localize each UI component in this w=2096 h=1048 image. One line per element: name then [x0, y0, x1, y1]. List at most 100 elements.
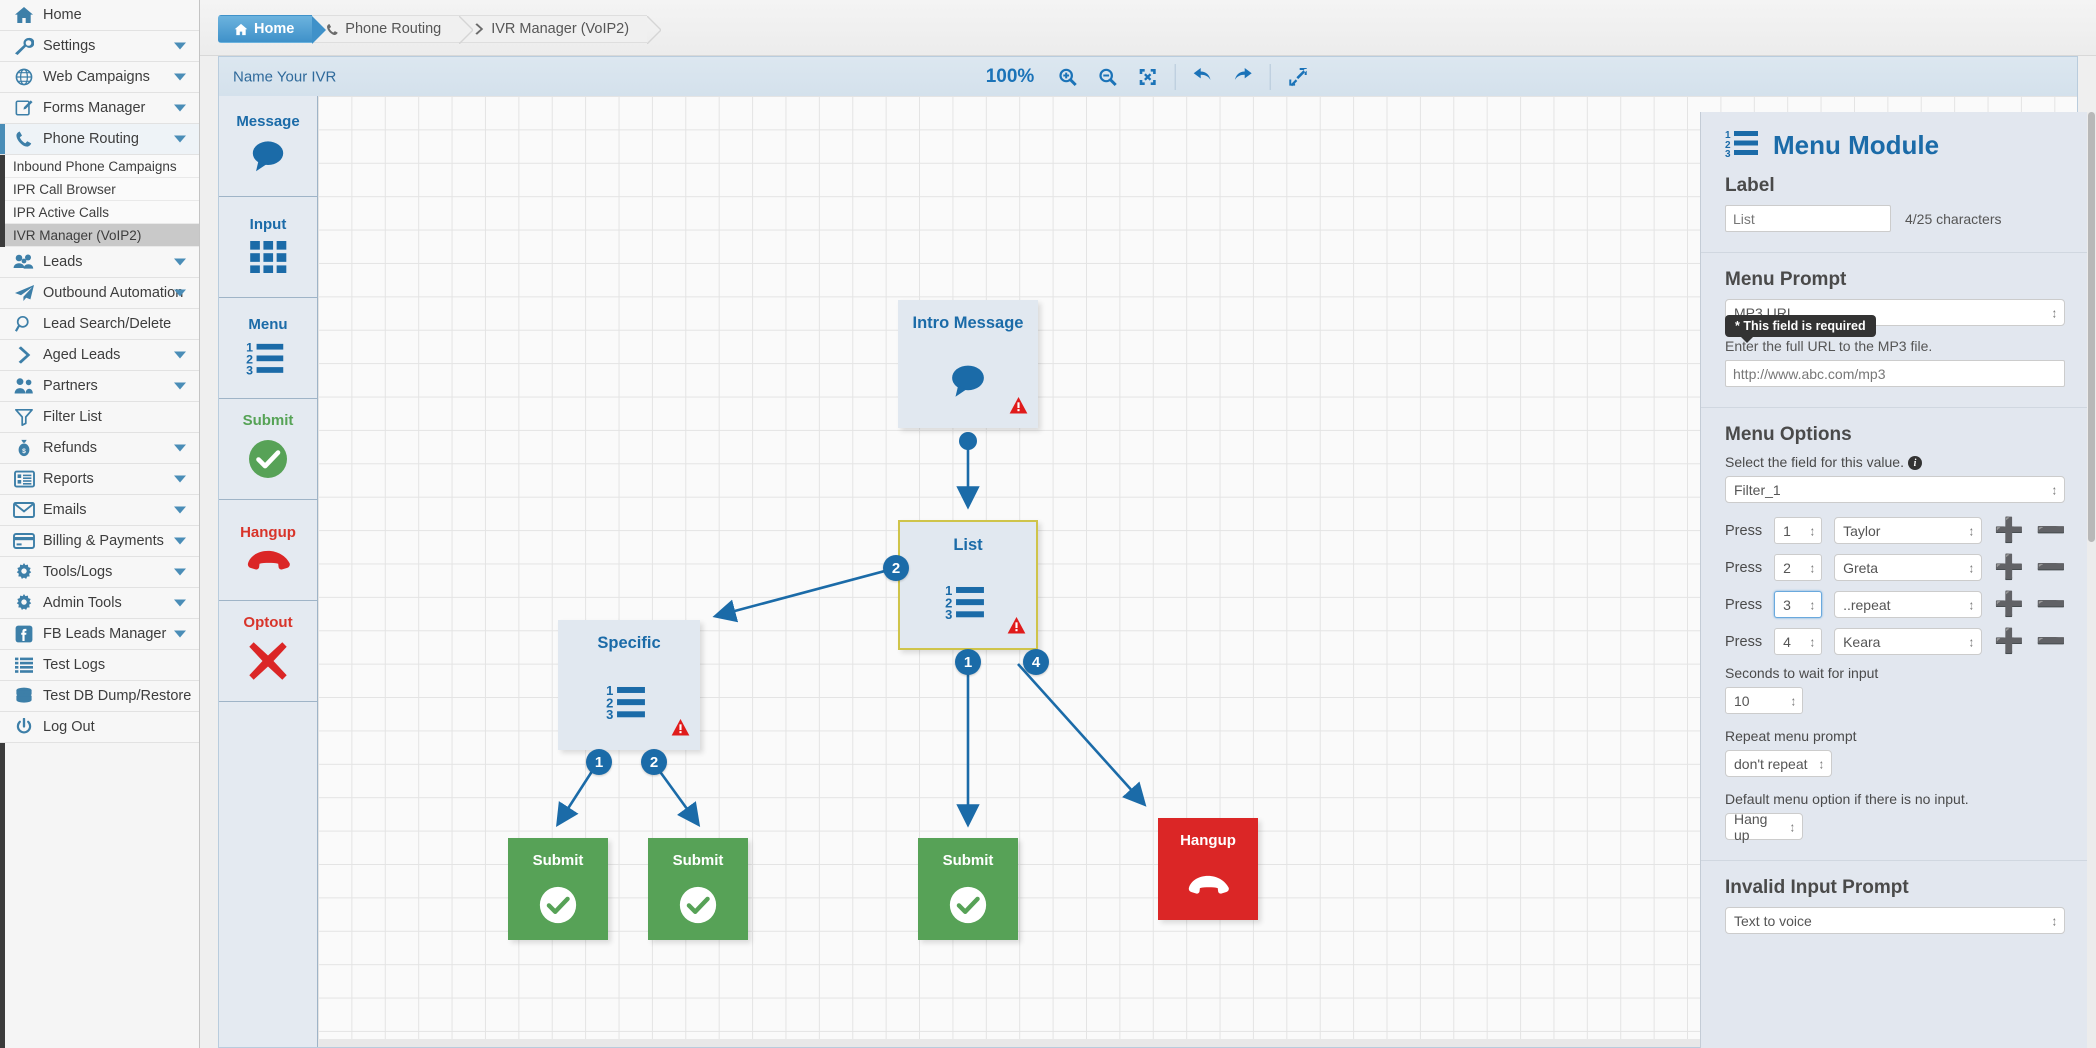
expand-icon[interactable]: [1284, 64, 1310, 90]
chevron-down-icon[interactable]: [174, 506, 186, 514]
flow-node-hang[interactable]: Hangup: [1158, 818, 1258, 920]
chevron-down-icon[interactable]: [174, 444, 186, 452]
breadcrumb-item-0[interactable]: Home: [218, 15, 327, 44]
info-icon[interactable]: i: [1908, 456, 1922, 471]
panel-scrollbar[interactable]: [2087, 112, 2096, 1048]
press-row: Press 1 Taylor ➕ ➖: [1725, 517, 2072, 545]
plus-icon[interactable]: ➕: [1994, 592, 2024, 617]
flow-node-spec[interactable]: Specific 1 2 3: [558, 620, 700, 750]
press-action-select[interactable]: Keara: [1834, 628, 1983, 656]
sidebar-item-log-out[interactable]: Log Out: [0, 712, 199, 743]
press-key-stepper[interactable]: 2: [1774, 554, 1823, 582]
minus-icon[interactable]: ➖: [2036, 592, 2066, 617]
chevron-down-icon[interactable]: [174, 104, 186, 112]
press-action-select[interactable]: ..repeat: [1834, 591, 1983, 619]
ivr-name-field[interactable]: Name Your IVR: [233, 68, 336, 85]
plus-icon[interactable]: ➕: [1994, 629, 2024, 654]
wait-seconds-stepper[interactable]: 10: [1725, 687, 1803, 715]
sidebar-subitem-inbound-phone-campaigns[interactable]: Inbound Phone Campaigns: [0, 155, 199, 178]
sidebar-item-forms-manager[interactable]: Forms Manager: [0, 93, 199, 124]
default-option-select[interactable]: Hang up: [1725, 811, 1803, 843]
chevron-down-icon[interactable]: [174, 42, 186, 50]
palette-item-optout[interactable]: Optout: [219, 601, 317, 702]
sidebar-item-fb-leads-manager[interactable]: FB Leads Manager: [0, 619, 199, 650]
chevron-down-icon[interactable]: [174, 258, 186, 266]
label-input[interactable]: List: [1725, 205, 1891, 232]
sidebar-subitem-ivr-manager-voip2[interactable]: IVR Manager (VoIP2): [0, 224, 199, 247]
chevron-down-icon[interactable]: [174, 599, 186, 607]
warning-icon[interactable]: [671, 718, 690, 742]
breadcrumb-item-2[interactable]: IVR Manager (VoIP2): [459, 15, 662, 44]
palette-item-submit[interactable]: Submit: [219, 399, 317, 500]
chevron-down-icon[interactable]: [174, 73, 186, 81]
flow-node-list[interactable]: List 1 2 3: [898, 520, 1038, 650]
sidebar-item-settings[interactable]: Settings: [0, 31, 199, 62]
sidebar-item-refunds[interactable]: $ Refunds: [0, 433, 199, 464]
sidebar-item-reports[interactable]: Reports: [0, 464, 199, 495]
chevron-down-icon[interactable]: [174, 289, 186, 297]
sidebar-subitem-ipr-active-calls[interactable]: IPR Active Calls: [0, 201, 199, 224]
fit-screen-icon[interactable]: [1134, 64, 1160, 90]
palette-item-message[interactable]: Message: [219, 96, 317, 197]
sidebar-item-web-campaigns[interactable]: Web Campaigns: [0, 62, 199, 93]
press-key-stepper[interactable]: 4: [1774, 628, 1823, 656]
minus-icon[interactable]: ➖: [2036, 629, 2066, 654]
edge-port-badge[interactable]: 2: [641, 749, 667, 775]
flow-node-sub1[interactable]: Submit: [508, 838, 608, 940]
repeat-prompt-select[interactable]: don't repeat: [1725, 750, 1832, 778]
plus-icon[interactable]: ➕: [1994, 555, 2024, 580]
press-key-stepper[interactable]: 3: [1774, 591, 1823, 619]
sidebar-item-test-logs[interactable]: Test Logs: [0, 650, 199, 681]
press-action-select[interactable]: Greta: [1834, 554, 1983, 582]
undo-icon[interactable]: [1189, 64, 1215, 90]
mp3-url-input[interactable]: http://www.abc.com/mp3: [1725, 360, 2065, 387]
sidebar-item-filter-list[interactable]: Filter List: [0, 402, 199, 433]
press-action-select[interactable]: Taylor: [1834, 517, 1983, 545]
chevron-down-icon[interactable]: [174, 537, 186, 545]
edge-port-badge[interactable]: 4: [1023, 649, 1049, 675]
sidebar-item-tools-logs[interactable]: Tools/Logs: [0, 557, 199, 588]
sidebar-item-lead-search-delete[interactable]: Lead Search/Delete: [0, 309, 199, 340]
minus-icon[interactable]: ➖: [2036, 518, 2066, 543]
sidebar-item-partners[interactable]: Partners: [0, 371, 199, 402]
flow-node-sub2[interactable]: Submit: [648, 838, 748, 940]
redo-icon[interactable]: [1229, 64, 1255, 90]
panel-scrollbar-thumb[interactable]: [2088, 112, 2095, 542]
sidebar-item-outbound-automation[interactable]: Outbound Automation: [0, 278, 199, 309]
flow-node-sub3[interactable]: Submit: [918, 838, 1018, 940]
chevron-down-icon[interactable]: [174, 568, 186, 576]
press-key-stepper[interactable]: 1: [1774, 517, 1823, 545]
zoom-out-icon[interactable]: [1094, 64, 1120, 90]
sidebar-item-emails[interactable]: Emails: [0, 495, 199, 526]
flow-node-label: List: [953, 536, 983, 554]
edge-port-badge[interactable]: 1: [586, 749, 612, 775]
edge-port-badge[interactable]: 2: [883, 555, 909, 581]
sidebar-item-phone-routing[interactable]: Phone Routing: [0, 124, 199, 155]
flow-node-intro[interactable]: Intro Message: [898, 300, 1038, 428]
warning-icon[interactable]: [1009, 396, 1028, 420]
breadcrumb-item-1[interactable]: Phone Routing: [312, 15, 474, 44]
palette-item-input[interactable]: Input: [219, 197, 317, 298]
sidebar-item-aged-leads[interactable]: Aged Leads: [0, 340, 199, 371]
edge-port-badge[interactable]: 1: [955, 649, 981, 675]
chevron-down-icon[interactable]: [174, 630, 186, 638]
sidebar-item-test-db-dump-restore[interactable]: Test DB Dump/Restore: [0, 681, 199, 712]
sidebar-subitem-ipr-call-browser[interactable]: IPR Call Browser: [0, 178, 199, 201]
sidebar-item-admin-tools[interactable]: Admin Tools: [0, 588, 199, 619]
chevron-down-icon[interactable]: [174, 475, 186, 483]
chevron-down-icon[interactable]: [174, 351, 186, 359]
invalid-prompt-select[interactable]: Text to voice: [1725, 907, 2065, 935]
plus-icon[interactable]: ➕: [1994, 518, 2024, 543]
sidebar-item-leads[interactable]: Leads: [0, 247, 199, 278]
sidebar-item-billing-payments[interactable]: Billing & Payments: [0, 526, 199, 557]
envelope-icon: [10, 500, 38, 520]
field-select[interactable]: Filter_1: [1725, 476, 2065, 504]
zoom-in-icon[interactable]: [1054, 64, 1080, 90]
sidebar-item-home[interactable]: Home: [0, 0, 199, 31]
minus-icon[interactable]: ➖: [2036, 555, 2066, 580]
chevron-down-icon[interactable]: [174, 382, 186, 390]
palette-item-hangup[interactable]: Hangup: [219, 500, 317, 601]
chevron-down-icon[interactable]: [174, 135, 186, 143]
palette-item-menu[interactable]: Menu 1 2 3: [219, 298, 317, 399]
warning-icon[interactable]: [1007, 616, 1026, 640]
